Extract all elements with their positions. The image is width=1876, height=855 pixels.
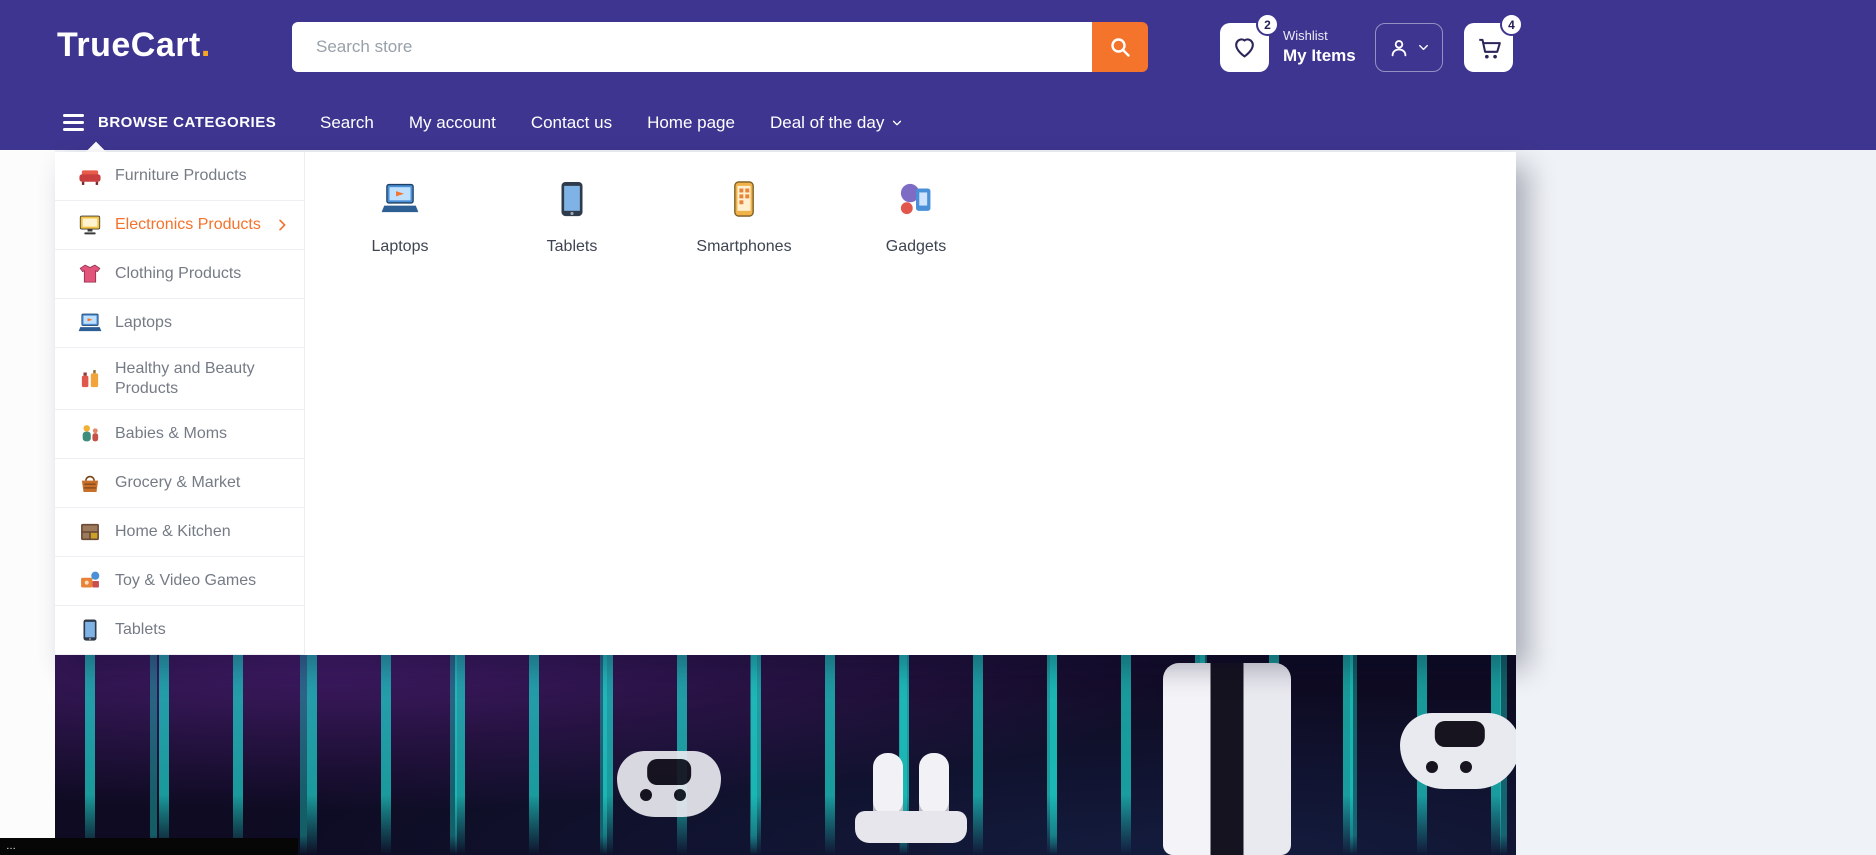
- clothing-icon: [77, 261, 103, 287]
- category-babies-and-moms[interactable]: Babies & Moms: [55, 410, 304, 459]
- brand-dot: .: [201, 26, 211, 64]
- user-icon: [1388, 37, 1410, 59]
- controller-left: [617, 751, 721, 817]
- site-header: TrueCart. 2 Wishlist My Items 4 BROWSE C…: [0, 0, 1876, 150]
- chevron-down-icon: [1416, 40, 1431, 55]
- kitchen-icon: [77, 519, 103, 545]
- laptop-icon: [77, 310, 103, 336]
- nav-deal-label: Deal of the day: [770, 113, 884, 133]
- category-electronics-products[interactable]: Electronics Products: [55, 201, 304, 250]
- search-button[interactable]: [1092, 22, 1148, 72]
- subcategory-laptops[interactable]: Laptops: [335, 178, 465, 256]
- categories-megamenu: Furniture Products Electronics Products …: [55, 152, 1516, 655]
- laptop-icon: [379, 178, 421, 220]
- tablet-icon: [77, 617, 103, 643]
- nav-contact-us[interactable]: Contact us: [531, 113, 612, 133]
- tablet-icon: [551, 178, 593, 220]
- beauty-icon: [77, 366, 103, 392]
- nav-deal-of-the-day[interactable]: Deal of the day: [770, 113, 904, 133]
- page-background-strip: [0, 150, 55, 855]
- controller-right: [1400, 713, 1516, 789]
- dock-base: [855, 811, 967, 843]
- wishlist-label-bottom: My Items: [1283, 45, 1356, 67]
- categories-sidebar: Furniture Products Electronics Products …: [55, 152, 305, 655]
- hamburger-icon: [63, 114, 84, 131]
- browse-categories-label: BROWSE CATEGORIES: [98, 114, 276, 131]
- subcategories-panel: Laptops Tablets Smartphones Gadgets: [305, 152, 1516, 655]
- baby-icon: [77, 421, 103, 447]
- hero-banner[interactable]: [55, 655, 1516, 855]
- charging-dock: [855, 753, 967, 843]
- cart-button[interactable]: 4: [1464, 23, 1513, 72]
- nav-my-account[interactable]: My account: [409, 113, 496, 133]
- game-console: [1163, 663, 1291, 855]
- wishlist-button[interactable]: 2: [1220, 23, 1269, 72]
- electronics-icon: [77, 212, 103, 238]
- category-furniture-products[interactable]: Furniture Products: [55, 152, 304, 201]
- nav-home-page[interactable]: Home page: [647, 113, 735, 133]
- account-button[interactable]: [1375, 23, 1443, 72]
- search-icon: [1108, 35, 1132, 59]
- toys-icon: [77, 568, 103, 594]
- category-home-and-kitchen[interactable]: Home & Kitchen: [55, 508, 304, 557]
- subcategory-gadgets[interactable]: Gadgets: [851, 178, 981, 256]
- brand-name: TrueCart: [57, 26, 201, 64]
- hero-stripes-alt: [55, 655, 1516, 855]
- wishlist-badge: 2: [1256, 13, 1279, 36]
- wishlist-group: 2 Wishlist My Items: [1220, 23, 1356, 72]
- subcategory-tablets[interactable]: Tablets: [507, 178, 637, 256]
- category-clothing-products[interactable]: Clothing Products: [55, 250, 304, 299]
- cart-badge: 4: [1500, 13, 1523, 36]
- furniture-icon: [77, 163, 103, 189]
- cart-wrap: 4: [1464, 23, 1513, 72]
- search-bar: [292, 22, 1148, 72]
- heart-icon: [1232, 35, 1257, 60]
- subcategory-smartphones[interactable]: Smartphones: [679, 178, 809, 256]
- category-healthy-and-beauty-products[interactable]: Healthy and Beauty Products: [55, 348, 304, 410]
- link-status-bar: …: [0, 838, 298, 855]
- header-nav: BROWSE CATEGORIES Search My account Cont…: [0, 95, 1876, 150]
- chevron-down-icon: [890, 116, 904, 130]
- category-laptops[interactable]: Laptops: [55, 299, 304, 348]
- wishlist-label-top: Wishlist: [1283, 28, 1356, 45]
- main-nav: Search My account Contact us Home page D…: [320, 95, 904, 150]
- grocery-icon: [77, 470, 103, 496]
- wishlist-label[interactable]: Wishlist My Items: [1283, 28, 1356, 67]
- category-toy-and-video-games[interactable]: Toy & Video Games: [55, 557, 304, 606]
- gadgets-icon: [895, 178, 937, 220]
- cart-icon: [1476, 35, 1502, 61]
- category-tablets[interactable]: Tablets: [55, 606, 304, 655]
- nav-search[interactable]: Search: [320, 113, 374, 133]
- brand-logo[interactable]: TrueCart.: [57, 26, 211, 65]
- search-input[interactable]: [292, 22, 1092, 72]
- chevron-right-icon: [274, 217, 290, 233]
- smartphone-icon: [723, 178, 765, 220]
- category-grocery-and-market[interactable]: Grocery & Market: [55, 459, 304, 508]
